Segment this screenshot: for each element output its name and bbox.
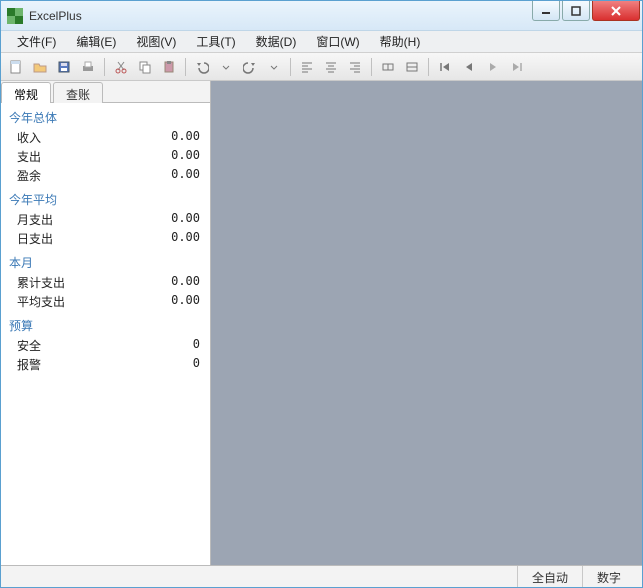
merge-icon[interactable] (377, 56, 399, 78)
menu-data[interactable]: 数据(D) (246, 31, 307, 52)
copy-icon[interactable] (134, 56, 156, 78)
status-number: 数字 (582, 566, 642, 587)
redo-icon[interactable] (239, 56, 261, 78)
separator (185, 58, 186, 76)
align-right-icon[interactable] (344, 56, 366, 78)
workspace[interactable] (211, 81, 642, 565)
value-avg-exp: 0.00 (171, 293, 200, 310)
row-cum-exp: 累计支出 0.00 (9, 273, 200, 292)
statusbar: 全自动 数字 (1, 565, 642, 587)
value-expense: 0.00 (171, 148, 200, 165)
toolbar (1, 53, 642, 81)
tab-general[interactable]: 常规 (1, 82, 51, 103)
label-day-exp: 日支出 (17, 230, 53, 247)
maximize-button[interactable] (562, 1, 590, 21)
row-alert: 报警 0 (9, 355, 200, 374)
new-icon[interactable] (5, 56, 27, 78)
tab-ledger[interactable]: 查账 (53, 82, 103, 103)
cut-icon[interactable] (110, 56, 132, 78)
window-title: ExcelPlus (29, 9, 530, 23)
label-alert: 报警 (17, 356, 41, 373)
nav-first-icon[interactable] (434, 56, 456, 78)
label-month-exp: 月支出 (17, 211, 53, 228)
save-icon[interactable] (53, 56, 75, 78)
menubar: 文件(F) 编辑(E) 视图(V) 工具(T) 数据(D) 窗口(W) 帮助(H… (1, 31, 642, 53)
app-icon (7, 8, 23, 24)
print-icon[interactable] (77, 56, 99, 78)
value-cum-exp: 0.00 (171, 274, 200, 291)
align-center-icon[interactable] (320, 56, 342, 78)
client-area: 常规 查账 今年总体 收入 0.00 支出 0.00 盈余 0.00 今年平均 月支出… (1, 81, 642, 565)
side-tabs: 常规 查账 (1, 81, 210, 103)
value-income: 0.00 (171, 129, 200, 146)
status-auto: 全自动 (517, 566, 582, 587)
redo-dropdown-icon[interactable] (263, 56, 285, 78)
value-day-exp: 0.00 (171, 230, 200, 247)
label-expense: 支出 (17, 148, 41, 165)
app-window: ExcelPlus 文件(F) 编辑(E) 视图(V) 工具(T) 数据(D) … (0, 0, 643, 588)
menu-edit[interactable]: 编辑(E) (66, 31, 126, 52)
open-icon[interactable] (29, 56, 51, 78)
separator (428, 58, 429, 76)
window-buttons (530, 1, 640, 21)
paste-icon[interactable] (158, 56, 180, 78)
menu-window[interactable]: 窗口(W) (306, 31, 369, 52)
row-avg-exp: 平均支出 0.00 (9, 292, 200, 311)
undo-dropdown-icon[interactable] (215, 56, 237, 78)
minimize-button[interactable] (532, 1, 560, 21)
nav-next-icon[interactable] (482, 56, 504, 78)
label-cum-exp: 累计支出 (17, 274, 65, 291)
label-income: 收入 (17, 129, 41, 146)
summary-sections: 今年总体 收入 0.00 支出 0.00 盈余 0.00 今年平均 月支出 0.00 日… (1, 103, 210, 565)
nav-prev-icon[interactable] (458, 56, 480, 78)
value-month-exp: 0.00 (171, 211, 200, 228)
align-left-icon[interactable] (296, 56, 318, 78)
separator (371, 58, 372, 76)
row-income: 收入 0.00 (9, 128, 200, 147)
side-panel: 常规 查账 今年总体 收入 0.00 支出 0.00 盈余 0.00 今年平均 月支出… (1, 81, 211, 565)
wrap-icon[interactable] (401, 56, 423, 78)
close-button[interactable] (592, 1, 640, 21)
menu-view[interactable]: 视图(V) (126, 31, 186, 52)
nav-last-icon[interactable] (506, 56, 528, 78)
label-safe: 安全 (17, 337, 41, 354)
statusbar-spacer (1, 566, 517, 587)
value-surplus: 0.00 (171, 167, 200, 184)
label-avg-exp: 平均支出 (17, 293, 65, 310)
menu-help[interactable]: 帮助(H) (370, 31, 431, 52)
menu-file[interactable]: 文件(F) (7, 31, 66, 52)
value-safe: 0 (193, 337, 200, 354)
menu-tools[interactable]: 工具(T) (186, 31, 245, 52)
section-year-total: 今年总体 (9, 109, 200, 126)
row-safe: 安全 0 (9, 336, 200, 355)
row-expense: 支出 0.00 (9, 147, 200, 166)
separator (290, 58, 291, 76)
section-budget: 预算 (9, 317, 200, 334)
section-year-avg: 今年平均 (9, 191, 200, 208)
value-alert: 0 (193, 356, 200, 373)
separator (104, 58, 105, 76)
titlebar: ExcelPlus (1, 1, 642, 31)
section-this-month: 本月 (9, 254, 200, 271)
row-month-exp: 月支出 0.00 (9, 210, 200, 229)
row-surplus: 盈余 0.00 (9, 166, 200, 185)
undo-icon[interactable] (191, 56, 213, 78)
row-day-exp: 日支出 0.00 (9, 229, 200, 248)
label-surplus: 盈余 (17, 167, 41, 184)
